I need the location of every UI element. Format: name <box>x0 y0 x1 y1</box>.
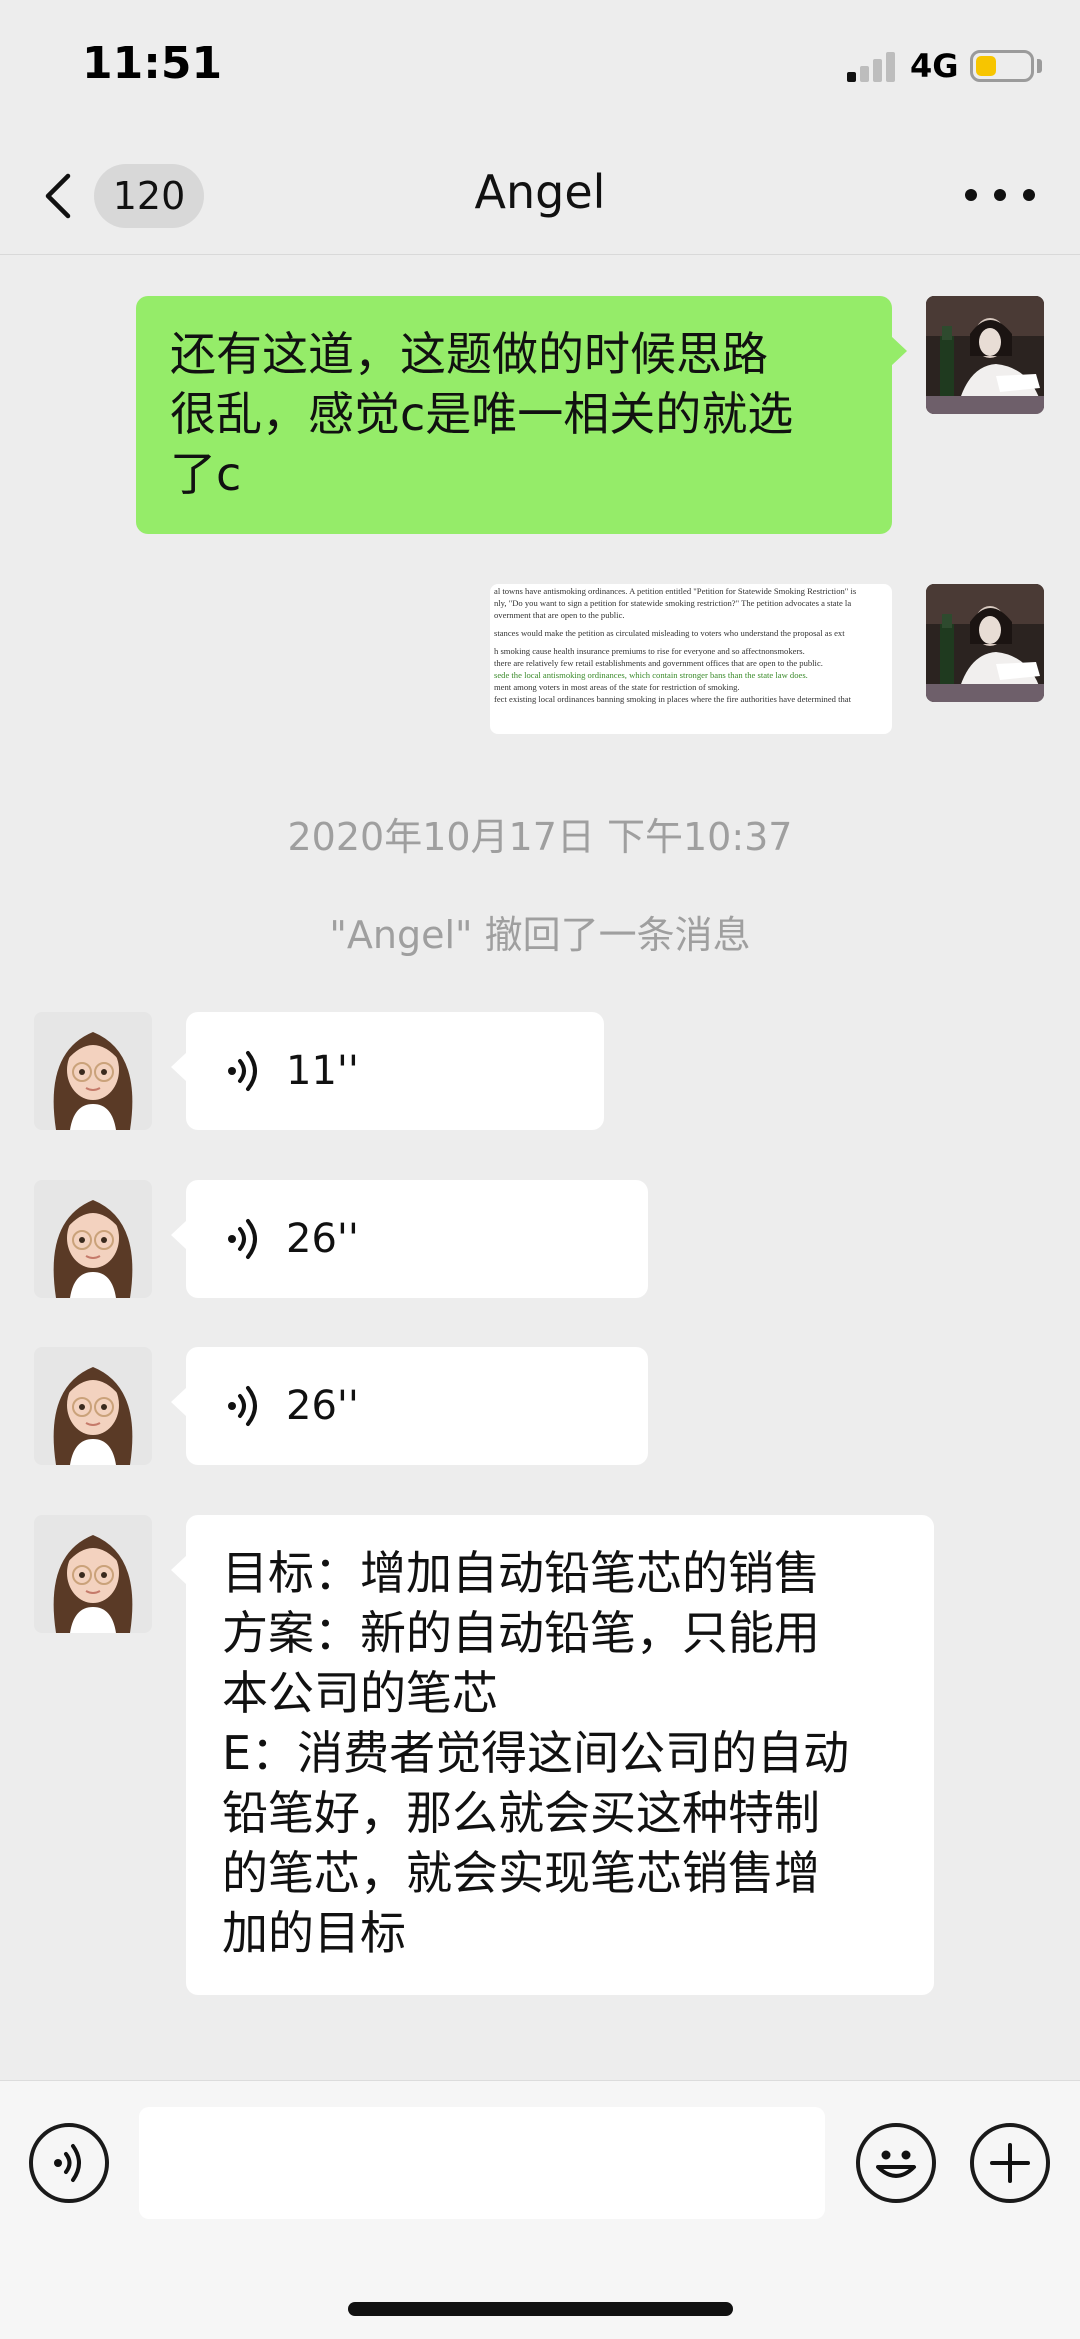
network-type: 4G <box>910 47 959 85</box>
contact-avatar[interactable] <box>34 1515 152 1633</box>
chat-title: Angel <box>474 165 606 219</box>
battery-level <box>976 56 996 76</box>
input-bar <box>0 2080 1080 2339</box>
image-text-line: stances would make the petition as circu… <box>494 628 845 638</box>
message-line: 了c <box>170 447 242 501</box>
avatar-memoji <box>34 1012 152 1130</box>
image-text-line: fect existing local ordinances banning s… <box>494 694 851 704</box>
ellipsis-icon <box>1023 189 1035 201</box>
voice-icon <box>228 1051 257 1091</box>
image-text-line: nly, "Do you want to sign a petition for… <box>494 598 852 608</box>
avatar-memoji <box>34 1180 152 1298</box>
voice-duration: 26'' <box>286 1216 359 1262</box>
battery-icon <box>970 50 1034 82</box>
more-options-button[interactable] <box>965 175 1035 215</box>
message-line: 本公司的笔芯 <box>222 1666 498 1720</box>
image-text-line: overnment that are open to the public. <box>494 610 625 620</box>
image-text-line: ment among voters in most areas of the s… <box>494 682 740 692</box>
received-text-bubble[interactable]: 目标：增加自动铅笔芯的销售 方案：新的自动铅笔，只能用 本公司的笔芯 E：消费者… <box>171 1515 934 1995</box>
ellipsis-icon <box>994 189 1006 201</box>
voice-icon <box>54 2144 81 2182</box>
image-text-line: there are relatively few retail establis… <box>494 658 823 668</box>
sent-image-message[interactable]: al towns have antismoking ordinances. A … <box>490 584 892 734</box>
signal-strength-icon <box>847 50 897 82</box>
message-list[interactable]: 还有这道，这题做的时候思路 很乱，感觉c是唯一相关的就选 了c al towns… <box>0 256 1080 2080</box>
voice-duration: 26'' <box>286 1383 359 1429</box>
add-button[interactable] <box>970 2123 1050 2203</box>
message-line: 还有这道，这题做的时候思路 <box>170 327 768 381</box>
emoji-button[interactable] <box>856 2123 936 2203</box>
avatar-photo <box>926 584 1044 702</box>
image-text-line: h smoking cause health insurance premium… <box>494 646 805 656</box>
image-text-line: sede the local antismoking ordinances, w… <box>494 670 808 680</box>
voice-mode-button[interactable] <box>29 2123 109 2203</box>
my-avatar[interactable] <box>926 296 1044 414</box>
battery-cap <box>1037 59 1042 73</box>
message-line: 方案：新的自动铅笔，只能用 <box>222 1606 820 1660</box>
plus-circle-icon <box>990 2143 1030 2183</box>
voice-icon <box>228 1219 257 1259</box>
avatar-memoji <box>34 1347 152 1465</box>
message-timestamp: 2020年10月17日 下午10:37 <box>287 815 793 859</box>
voice-icon <box>228 1386 257 1426</box>
chat-header: 120 Angel <box>0 135 1080 255</box>
avatar-photo <box>926 296 1044 414</box>
message-line: 很乱，感觉c是唯一相关的就选 <box>170 387 794 441</box>
message-line: E：消费者觉得这间公司的自动 <box>222 1726 850 1780</box>
contact-avatar[interactable] <box>34 1347 152 1465</box>
contact-avatar[interactable] <box>34 1012 152 1130</box>
message-line: 目标：增加自动铅笔芯的销售 <box>222 1546 820 1600</box>
home-indicator[interactable] <box>348 2302 733 2316</box>
ellipsis-icon <box>965 189 977 201</box>
smiley-icon <box>876 2150 916 2178</box>
voice-message-bubble[interactable]: 11'' <box>171 1012 604 1130</box>
voice-message-bubble[interactable]: 26'' <box>171 1347 648 1465</box>
voice-message-bubble[interactable]: 26'' <box>171 1180 648 1298</box>
message-input[interactable] <box>139 2107 825 2219</box>
my-avatar[interactable] <box>926 584 1044 702</box>
status-bar: 11:51 4G <box>0 0 1080 135</box>
contact-avatar[interactable] <box>34 1180 152 1298</box>
message-line: 加的目标 <box>222 1906 406 1960</box>
image-text-line: al towns have antismoking ordinances. A … <box>494 586 857 596</box>
sent-text-bubble[interactable]: 还有这道，这题做的时候思路 很乱，感觉c是唯一相关的就选 了c <box>136 296 907 534</box>
status-time: 11:51 <box>82 38 223 89</box>
voice-duration: 11'' <box>286 1048 359 1094</box>
message-line: 的笔芯，就会实现笔芯销售增 <box>222 1846 820 1900</box>
recall-notice: "Angel" 撤回了一条消息 <box>329 913 751 957</box>
avatar-memoji <box>34 1515 152 1633</box>
message-line: 铅笔好，那么就会买这种特制 <box>222 1786 820 1840</box>
